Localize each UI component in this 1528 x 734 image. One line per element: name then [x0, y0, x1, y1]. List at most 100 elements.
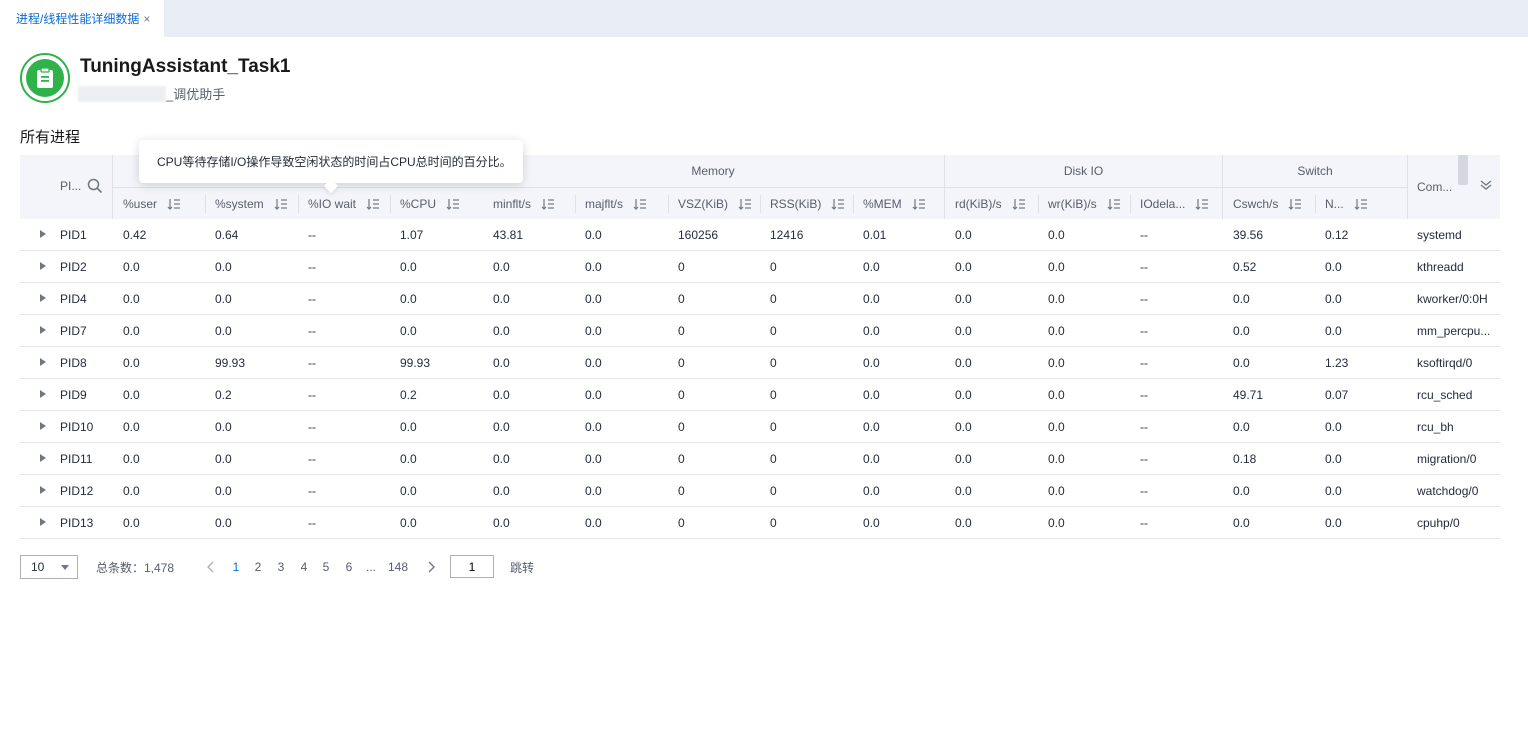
column-header-user[interactable]: %user: [123, 189, 181, 219]
page-number[interactable]: 1: [230, 555, 242, 579]
cell-rss: 0: [770, 355, 777, 370]
sort-icon[interactable]: [541, 198, 555, 210]
tab-process-thread-details[interactable]: 进程/线程性能详细数据 ×: [0, 0, 164, 37]
sort-icon[interactable]: [167, 198, 181, 210]
column-header-system[interactable]: %system: [215, 189, 288, 219]
column-header-mem[interactable]: %MEM: [863, 189, 926, 219]
command-column-header[interactable]: Com...: [1417, 180, 1452, 194]
column-header-label: N...: [1325, 197, 1344, 211]
cell-user: 0.0: [123, 419, 140, 434]
expand-row-icon[interactable]: [40, 294, 46, 302]
expand-row-icon[interactable]: [40, 326, 46, 334]
sort-icon[interactable]: [1012, 198, 1026, 210]
sort-icon[interactable]: [912, 198, 926, 210]
column-header-io-wait[interactable]: %IO wait: [308, 189, 380, 219]
column-header-rss[interactable]: RSS(KiB): [770, 189, 845, 219]
cell-system: 0.0: [215, 483, 232, 498]
double-chevron-down-icon[interactable]: [1480, 179, 1492, 194]
cell-rd: 0.0: [955, 515, 972, 530]
cell-rss: 0: [770, 387, 777, 402]
page-number[interactable]: 6: [343, 555, 355, 579]
cell-majflt: 0.0: [585, 515, 602, 530]
expand-row-icon[interactable]: [40, 518, 46, 526]
cell-io-wait: --: [308, 323, 316, 338]
search-icon[interactable]: [87, 178, 103, 197]
table-row[interactable]: PID11 0.0 0.0 -- 0.0 0.0 0.0 0 0 0.0 0.0 0.0 -- 0.18 0…: [20, 443, 1500, 475]
expand-row-icon[interactable]: [40, 262, 46, 270]
sort-icon[interactable]: [738, 198, 752, 210]
column-header-majflt[interactable]: majflt/s: [585, 189, 647, 219]
cell-minflt: 0.0: [493, 323, 510, 338]
expand-row-icon[interactable]: [40, 358, 46, 366]
cell-majflt: 0.0: [585, 419, 602, 434]
column-header-nvcswch[interactable]: N...: [1325, 189, 1368, 219]
page-number[interactable]: 5: [320, 555, 332, 579]
task-title: TuningAssistant_Task1: [80, 56, 291, 77]
jump-page-input[interactable]: [450, 555, 494, 578]
cell-cpu: 0.0: [400, 483, 417, 498]
cell-system: 0.0: [215, 323, 232, 338]
close-icon[interactable]: ×: [143, 12, 150, 26]
chevron-right-icon[interactable]: [424, 555, 438, 579]
table-row[interactable]: PID10 0.0 0.0 -- 0.0 0.0 0.0 0 0 0.0 0.0 0.0 -- 0.0 0.…: [20, 411, 1500, 443]
page-number[interactable]: 3: [275, 555, 287, 579]
table-row[interactable]: PID13 0.0 0.0 -- 0.0 0.0 0.0 0 0 0.0 0.0 0.0 -- 0.0 0.…: [20, 507, 1500, 539]
sort-icon[interactable]: [1195, 198, 1209, 210]
cell-rd: 0.0: [955, 227, 972, 242]
sort-icon[interactable]: [366, 198, 380, 210]
sort-icon[interactable]: [1288, 198, 1302, 210]
table-row[interactable]: PID9 0.0 0.2 -- 0.2 0.0 0.0 0 0 0.0 0.0 0.0 -- 49.71 0…: [20, 379, 1500, 411]
sort-icon[interactable]: [1107, 198, 1121, 210]
cell-majflt: 0.0: [585, 483, 602, 498]
sort-icon[interactable]: [633, 198, 647, 210]
page-ellipsis[interactable]: ...: [365, 555, 377, 579]
table-row[interactable]: PID2 0.0 0.0 -- 0.0 0.0 0.0 0 0 0.0 0.0 0.0 -- 0.52 0.…: [20, 251, 1500, 283]
table-row[interactable]: PID8 0.0 99.93 -- 99.93 0.0 0.0 0 0 0.0 0.0 0.0 -- 0.…: [20, 347, 1500, 379]
cell-mem: 0.0: [863, 483, 880, 498]
table-row[interactable]: PID4 0.0 0.0 -- 0.0 0.0 0.0 0 0 0.0 0.0 0.0 -- 0.0 0.0…: [20, 283, 1500, 315]
page-number[interactable]: 2: [252, 555, 264, 579]
header-scrollbar[interactable]: [1458, 155, 1468, 185]
page-size-select[interactable]: 10: [20, 555, 78, 579]
pid-cell: PID11: [60, 451, 93, 466]
page-number[interactable]: 4: [298, 555, 310, 579]
expand-row-icon[interactable]: [40, 486, 46, 494]
expand-row-icon[interactable]: [40, 454, 46, 462]
chevron-left-icon[interactable]: [204, 555, 218, 579]
cell-io-wait: --: [308, 291, 316, 306]
table-row[interactable]: PID1 0.42 0.64 -- 1.07 43.81 0.0 160256 12416 0.0…: [20, 219, 1500, 251]
cell-mem: 0.0: [863, 451, 880, 466]
group-header-switch: Switch: [1297, 164, 1333, 178]
column-header-minflt[interactable]: minflt/s: [493, 189, 555, 219]
column-header-cswch[interactable]: Cswch/s: [1233, 189, 1302, 219]
column-header-wr[interactable]: wr(KiB)/s: [1048, 189, 1121, 219]
pid-column-header[interactable]: PI...: [60, 179, 81, 193]
column-header-rd[interactable]: rd(KiB)/s: [955, 189, 1026, 219]
cell-user: 0.0: [123, 323, 140, 338]
expand-row-icon[interactable]: [40, 390, 46, 398]
column-header-iodelay[interactable]: IOdela...: [1140, 189, 1209, 219]
cell-user: 0.0: [123, 483, 140, 498]
cell-mem: 0.0: [863, 323, 880, 338]
sort-icon[interactable]: [446, 198, 460, 210]
page-number[interactable]: 148: [388, 555, 408, 579]
column-header-vsz[interactable]: VSZ(KiB): [678, 189, 752, 219]
sort-icon[interactable]: [274, 198, 288, 210]
subtitle-text: _调优助手: [166, 87, 226, 102]
sort-icon[interactable]: [1354, 198, 1368, 210]
expand-row-icon[interactable]: [40, 230, 46, 238]
cell-cpu: 0.0: [400, 419, 417, 434]
cell-minflt: 0.0: [493, 419, 510, 434]
cell-system: 0.64: [215, 227, 239, 242]
table-row[interactable]: PID7 0.0 0.0 -- 0.0 0.0 0.0 0 0 0.0 0.0 0.0 -- 0.0 0.0…: [20, 315, 1500, 347]
expand-row-icon[interactable]: [40, 422, 46, 430]
cell-wr: 0.0: [1048, 387, 1065, 402]
jump-button[interactable]: 跳转: [510, 555, 534, 579]
table-row[interactable]: PID12 0.0 0.0 -- 0.0 0.0 0.0 0 0 0.0 0.0 0.0 -- 0.0 0.…: [20, 475, 1500, 507]
column-header-cpu[interactable]: %CPU: [400, 189, 460, 219]
cell-user: 0.0: [123, 515, 140, 530]
sort-icon[interactable]: [831, 198, 845, 210]
column-header-label: rd(KiB)/s: [955, 197, 1002, 211]
cell-vsz: 0: [678, 515, 685, 530]
cell-user: 0.0: [123, 451, 140, 466]
